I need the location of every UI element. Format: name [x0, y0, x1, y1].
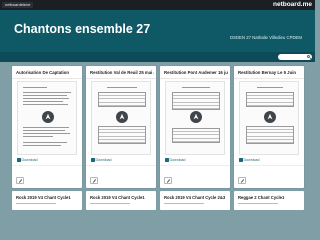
top-bar: netboardeleve netboard.me [0, 0, 315, 10]
download-link[interactable]: Download [17, 158, 37, 163]
document-preview[interactable] [238, 203, 278, 204]
search-box[interactable] [278, 54, 312, 60]
divider [234, 78, 304, 79]
column-title: Rock 2019 V4 Chant Cycle 2&3 [164, 195, 226, 200]
search-icon[interactable] [306, 55, 310, 59]
column-title: Restitution Pont Audemer 16 juin [164, 70, 228, 75]
download-link[interactable]: Download [91, 158, 111, 163]
column-card: Reggae 2 Chant Cycle1 [234, 191, 304, 210]
document-preview[interactable] [164, 203, 204, 204]
divider [160, 165, 230, 166]
divider [234, 165, 304, 166]
divider [12, 78, 82, 79]
board-title: Chantons ensemble 27 [14, 22, 151, 36]
edit-icon[interactable] [16, 177, 24, 184]
document-preview[interactable] [239, 81, 299, 155]
column-card: Rock 2019 V4 Chant Cycle1 [12, 191, 82, 210]
document-preview[interactable] [90, 203, 130, 204]
board-header: Chantons ensemble 27 DSDEN 27 Nathalie V… [0, 10, 315, 52]
document-icon [116, 111, 128, 123]
column-title: Autorisation De Captation [16, 70, 69, 75]
column-card: Autorisation De Captation Download [12, 66, 82, 188]
column-title: Rock 2019 V4 Chant Cycle1 [16, 195, 71, 200]
download-link[interactable]: Download [239, 158, 259, 163]
download-icon [165, 158, 169, 162]
brand-logo[interactable]: netboard.me [273, 1, 312, 9]
search-input[interactable] [278, 54, 306, 60]
document-preview[interactable] [16, 203, 56, 204]
edit-icon[interactable] [238, 177, 246, 184]
column-title: Restitution Val de Reuil 25 mai 4 juin [90, 70, 154, 75]
column-title: Restitution Bernay Le 5 Juin [238, 70, 297, 75]
download-icon [91, 158, 95, 162]
edit-icon[interactable] [90, 177, 98, 184]
user-tag[interactable]: netboardeleve [2, 2, 34, 8]
download-link[interactable]: Download [165, 158, 185, 163]
column-card: Restitution Pont Audemer 16 juin Downloa… [160, 66, 230, 188]
edit-icon[interactable] [164, 177, 172, 184]
divider [86, 165, 156, 166]
column-card: Rock 2019 V4 Chant Cycle 2&3 [160, 191, 230, 210]
column-card: Rock 2019 V4 Chant Cycle1 [86, 191, 156, 210]
column-card: Restitution Val de Reuil 25 mai 4 juin D… [86, 66, 156, 188]
document-icon [264, 111, 276, 123]
board-subtitle: DSDEN 27 Nathalie Villedieu CPDEM [229, 35, 302, 40]
divider [86, 78, 156, 79]
document-icon [42, 111, 54, 123]
divider [160, 78, 230, 79]
download-icon [17, 158, 21, 162]
divider [12, 165, 82, 166]
search-bar [0, 52, 315, 62]
column-card: Restitution Bernay Le 5 Juin Download [234, 66, 304, 188]
document-preview[interactable] [17, 81, 77, 155]
column-title: Rock 2019 V4 Chant Cycle1 [90, 195, 145, 200]
download-icon [239, 158, 243, 162]
document-icon [190, 111, 202, 123]
document-preview[interactable] [165, 81, 225, 155]
column-title: Reggae 2 Chant Cycle1 [238, 195, 285, 200]
document-preview[interactable] [91, 81, 151, 155]
